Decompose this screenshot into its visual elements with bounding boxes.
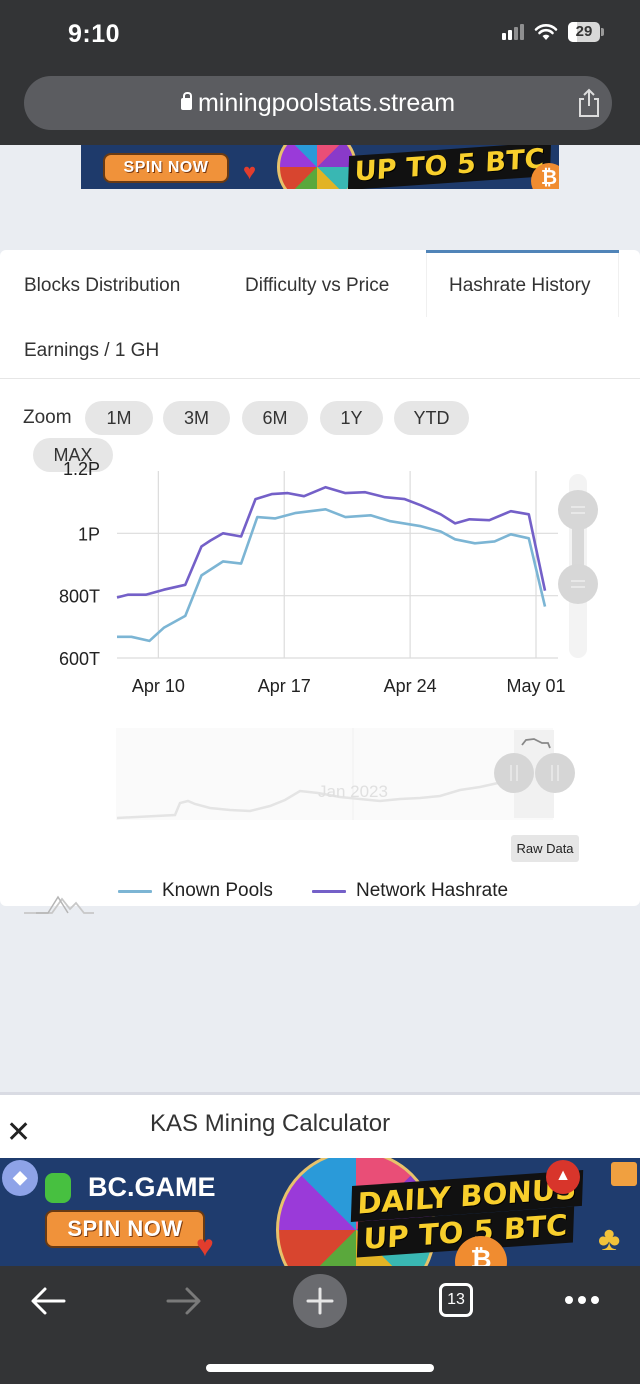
bcgame-logo-icon — [45, 1173, 71, 1203]
tab-count: 13 — [447, 1291, 465, 1308]
plus-icon — [306, 1287, 334, 1315]
ad-spin-now-button[interactable]: SPIN NOW — [45, 1210, 205, 1248]
more-icon[interactable] — [564, 1294, 600, 1306]
lock-icon — [180, 92, 192, 110]
legend-label-network-hashrate: Network Hashrate — [356, 880, 509, 901]
legend-swatch-network-hashrate — [312, 889, 346, 893]
navigator-background — [116, 728, 553, 820]
new-tab-button[interactable] — [293, 1274, 347, 1328]
zoom-ytd-button[interactable]: YTD — [394, 401, 469, 435]
back-arrow-icon[interactable] — [30, 1286, 66, 1316]
zoom-1m-button[interactable]: 1M — [85, 401, 153, 435]
status-icons: 29 — [502, 22, 604, 42]
legend-network-hashrate[interactable]: Network Hashrate — [312, 880, 508, 902]
zoom-label: Zoom — [23, 407, 72, 428]
hashrate-chart: 600T 800T 1P 1.2P Apr 10 Apr 17 Apr 24 May 01 — [59, 459, 598, 696]
navigator-date-label: Jan 2023 — [318, 782, 388, 801]
legend-swatch-known-pools — [118, 889, 152, 893]
zoom-1y-button[interactable]: 1Y — [320, 401, 383, 435]
heart-icon: ♥ — [196, 1230, 214, 1263]
series-line-known-pools[interactable] — [117, 508, 547, 643]
home-indicator — [206, 1364, 434, 1372]
forward-arrow-icon[interactable] — [166, 1286, 202, 1316]
wifi-icon — [534, 24, 558, 40]
top-ad-banner[interactable]: SPIN NOW ♥ UP TO 5 BTC ₿ — [81, 145, 559, 189]
raw-data-button[interactable]: Raw Data — [511, 835, 579, 862]
address-bar[interactable]: miningpoolstats.stream — [24, 76, 612, 130]
navigator-handle-left[interactable] — [494, 753, 534, 793]
x-tick-label: Apr 24 — [384, 676, 437, 696]
mascot-icon — [611, 1162, 637, 1186]
site-logo-mark-icon — [24, 895, 94, 914]
share-icon[interactable] — [576, 88, 602, 118]
heart-icon: ♥ — [243, 159, 257, 184]
browser-address-area: miningpoolstats.stream — [0, 72, 640, 145]
legend-known-pools[interactable]: Known Pools — [118, 880, 273, 902]
y-range-handle-bottom[interactable] — [558, 564, 598, 604]
cellular-signal-icon — [502, 24, 524, 40]
tab-blocks-distribution[interactable]: Blocks Distribution — [24, 275, 180, 297]
close-icon[interactable]: ✕ — [6, 1118, 36, 1148]
url-text: miningpoolstats.stream — [197, 89, 456, 117]
tab-earnings-per-gh[interactable]: Earnings / 1 GH — [24, 340, 159, 362]
y-tick-label: 1P — [78, 524, 100, 544]
zoom-3m-button[interactable]: 3M — [163, 401, 230, 435]
ad-headline: UP TO 5 BTC — [347, 145, 551, 189]
ad-spin-now-button[interactable]: SPIN NOW — [103, 153, 229, 183]
clock: 9:10 — [68, 20, 121, 48]
y-tick-label: 600T — [59, 649, 100, 669]
ad-brand: BC.GAME — [88, 1172, 216, 1202]
legend-label-known-pools: Known Pools — [162, 880, 273, 901]
y-tick-label: 800T — [59, 587, 100, 607]
x-tick-label: Apr 10 — [132, 676, 185, 696]
battery-icon: 29 — [568, 22, 604, 42]
battery-level: 29 — [575, 23, 593, 40]
zoom-6m-button[interactable]: 6M — [242, 401, 308, 435]
bottom-ad-banner[interactable]: ◆ BC.GAME SPIN NOW ♥ DAILY BONUS UP TO 5… — [0, 1158, 640, 1266]
y-tick-label: 1.2P — [63, 459, 100, 479]
prize-wheel-graphic — [277, 145, 357, 189]
tabs-divider — [0, 378, 640, 379]
tron-icon: ▲ — [546, 1160, 580, 1194]
tab-hashrate-history[interactable]: Hashrate History — [449, 275, 591, 297]
navigator-handle-right[interactable] — [535, 753, 575, 793]
x-tick-label: Apr 17 — [258, 676, 311, 696]
navigator[interactable]: Jan 2023 — [0, 720, 640, 830]
x-tick-label: May 01 — [506, 676, 565, 696]
tab-difficulty-vs-price[interactable]: Difficulty vs Price — [245, 275, 389, 297]
status-bar: 9:10 29 — [0, 0, 640, 72]
ethereum-icon: ◆ — [2, 1160, 38, 1196]
mining-calculator-title[interactable]: KAS Mining Calculator — [150, 1110, 390, 1138]
tabs-count-button[interactable]: 13 — [439, 1283, 473, 1317]
y-range-handle-top[interactable] — [558, 490, 598, 530]
club-icon: ♣ — [598, 1220, 621, 1258]
